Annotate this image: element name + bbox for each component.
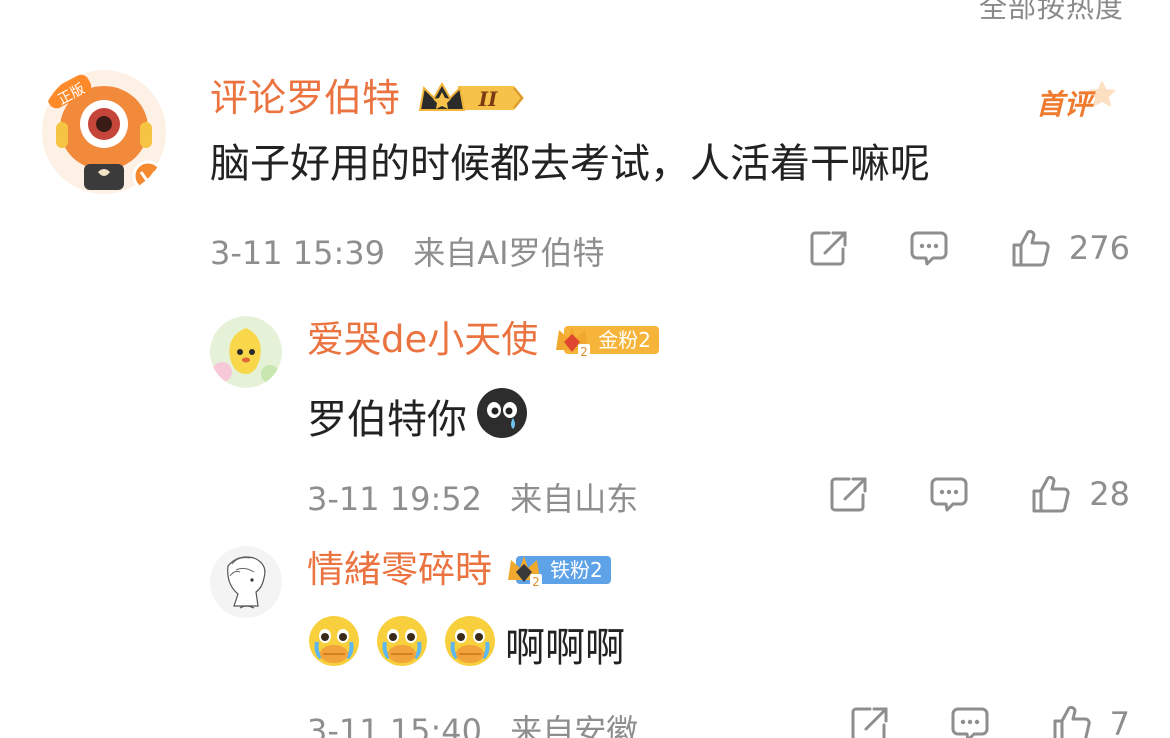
username[interactable]: 评论罗伯特 [210,74,400,122]
reply-meta: 3-11 15:40 来自安徽 [307,706,638,738]
first-badge-text: 首评 [1036,88,1096,121]
fan-badge: 2 金粉2 [552,323,659,359]
reply-meta: 3-11 19:52 来自山东 [307,474,638,520]
crying-face-emoji [475,386,529,453]
share-button[interactable] [809,229,849,267]
reply-text-body: 罗伯特你 [307,396,467,443]
sort-label-partial[interactable]: 全部按热度 [979,0,1124,26]
avatar[interactable]: 正版 [40,68,168,196]
reply-text: 啊啊啊 [307,614,625,681]
comment-icon [951,707,989,738]
timestamp: 3-11 19:52 [307,480,483,518]
source: 来自AI罗伯特 [413,234,605,272]
reply-text-body: 啊啊啊 [505,624,625,671]
level-crown-badge: II [418,78,534,118]
like-count: 276 [1068,229,1130,267]
pleading-face-emoji [307,614,361,681]
pleading-face-emoji [375,614,429,681]
name-row: 评论罗伯特 II [210,74,534,122]
crown-icon: 2 [508,556,542,589]
comment-icon [910,231,948,266]
reply-text: 罗伯特你 [307,386,529,453]
name-row: 情緒零碎時 2 铁粉2 [307,546,611,594]
comment-icon [930,477,968,512]
crown-icon: 2 [556,326,591,359]
name-row: 爱哭de小天使 2 金粉2 [307,316,659,364]
action-bar: 7 [850,704,1130,738]
share-icon [830,477,867,512]
action-bar: 276 [809,228,1130,268]
like-count: 28 [1089,475,1130,513]
avatar[interactable] [210,316,282,388]
first-comment-badge: 首评 [1032,76,1122,124]
thumbs-up-icon [1032,475,1070,513]
comment-button[interactable] [909,229,949,267]
comment-meta: 3-11 15:39 来自AI罗伯特 [210,228,605,274]
reply-item: 情緒零碎時 2 铁粉2 啊啊啊 3-11 15:40 来自安徽 7 [210,546,1130,738]
like-count: 7 [1109,705,1130,738]
source: 来自安徽 [510,712,639,738]
share-button[interactable] [829,475,869,513]
username[interactable]: 情緒零碎時 [307,546,492,594]
timestamp: 3-11 15:40 [307,712,483,738]
share-icon [810,231,847,266]
comment-button[interactable] [929,475,969,513]
reply-item: 爱哭de小天使 2 金粉2 罗伯特你 3-11 19:52 来自山东 28 [210,316,1130,536]
comment-button[interactable] [950,705,990,738]
pleading-face-emoji [443,614,497,681]
like-button[interactable]: 7 [1052,704,1130,738]
share-button[interactable] [850,705,890,738]
avatar[interactable] [210,546,282,618]
thumbs-up-icon [1012,229,1050,267]
action-bar: 28 [829,474,1130,514]
username[interactable]: 爱哭de小天使 [307,316,538,364]
share-icon [851,707,888,738]
level-text: II [478,87,498,111]
svg-text:2: 2 [532,575,540,589]
like-button[interactable]: 28 [1031,474,1130,514]
fan-badge: 2 铁粉2 [504,553,611,589]
like-button[interactable]: 276 [1011,228,1130,268]
svg-text:2: 2 [580,345,588,359]
comment-item: 正版 评论罗伯特 II 首评 脑子好用的时候都去考试，人活着干嘛呢 3-11 1… [40,50,1130,290]
timestamp: 3-11 15:39 [210,234,386,272]
source: 来自山东 [510,480,639,518]
thumbs-up-icon [1053,705,1091,738]
comment-text: 脑子好用的时候都去考试，人活着干嘛呢 [210,141,930,187]
